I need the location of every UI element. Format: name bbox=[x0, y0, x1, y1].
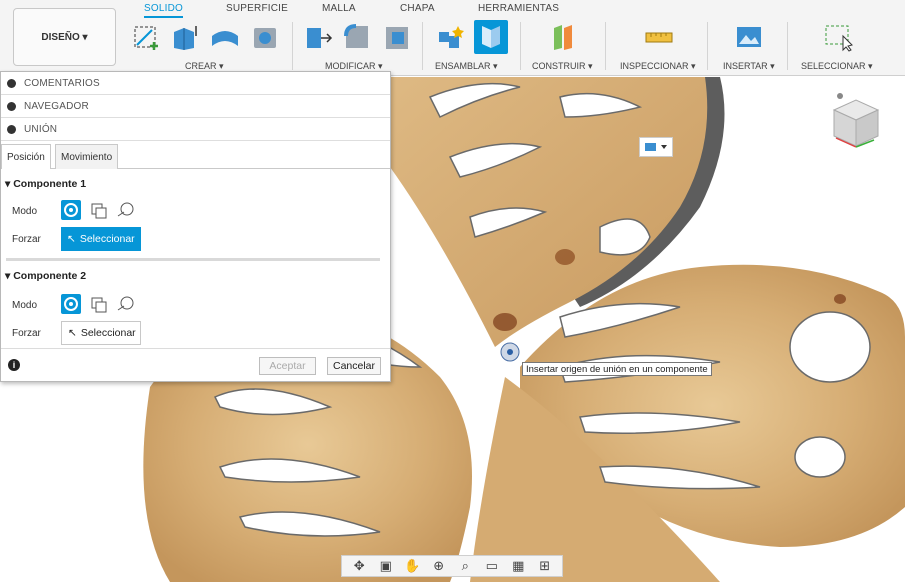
revolve-icon[interactable] bbox=[210, 22, 240, 52]
new-component-icon[interactable] bbox=[436, 22, 466, 52]
pan-icon[interactable]: ✋ bbox=[404, 558, 420, 574]
component2-header[interactable]: ▾ Componente 2 bbox=[5, 270, 86, 282]
group-ensamblar[interactable]: ENSAMBLAR ▾ bbox=[435, 61, 498, 72]
minus-icon bbox=[7, 124, 16, 134]
section-comentarios[interactable]: COMENTARIOS bbox=[1, 72, 390, 95]
component1-select-button[interactable]: ↖ Seleccionar bbox=[61, 227, 141, 251]
shell-icon[interactable] bbox=[382, 22, 412, 52]
insert-image-icon[interactable] bbox=[734, 22, 764, 52]
section-navegador[interactable]: NAVEGADOR bbox=[1, 95, 390, 118]
tab-herramientas[interactable]: HERRAMIENTAS bbox=[478, 3, 559, 14]
fillet-icon[interactable] bbox=[342, 22, 372, 52]
grid-icon[interactable]: ▦ bbox=[510, 558, 526, 574]
section-union[interactable]: UNIÓN bbox=[1, 118, 390, 141]
display-settings-icon[interactable]: ▭ bbox=[484, 558, 500, 574]
group-inspeccionar[interactable]: INSPECCIONAR ▾ bbox=[620, 61, 696, 72]
joint-dialog: COMENTARIOS NAVEGADOR UNIÓN Posición Mov… bbox=[0, 71, 391, 382]
select-label: Seleccionar bbox=[79, 233, 135, 245]
tab-chapa[interactable]: CHAPA bbox=[400, 3, 435, 14]
tab-solido[interactable]: SOLIDO bbox=[144, 3, 183, 18]
mode-between-faces-icon[interactable] bbox=[89, 294, 109, 314]
component2-title: Componente 2 bbox=[13, 270, 87, 282]
joint-origin-marker[interactable] bbox=[500, 342, 520, 362]
joint-tool-active[interactable] bbox=[474, 20, 508, 54]
select-window-icon[interactable] bbox=[823, 22, 853, 52]
cancel-button[interactable]: Cancelar bbox=[327, 357, 381, 375]
component2-mode-label: Modo bbox=[12, 300, 38, 311]
display-settings-mini[interactable] bbox=[639, 137, 673, 157]
tab-malla[interactable]: MALLA bbox=[322, 3, 356, 14]
section-label: COMENTARIOS bbox=[24, 77, 100, 89]
extrude-icon[interactable] bbox=[170, 22, 200, 52]
workspace-switcher[interactable]: DISEÑO ▾ bbox=[13, 8, 116, 66]
section-label: NAVEGADOR bbox=[24, 100, 89, 112]
look-at-icon[interactable]: ▣ bbox=[378, 558, 394, 574]
component1-title: Componente 1 bbox=[13, 178, 87, 190]
viewcube[interactable] bbox=[828, 90, 882, 156]
mode-between-faces-icon[interactable] bbox=[89, 200, 109, 220]
cursor-icon: ↖ bbox=[67, 233, 76, 245]
joint-icon bbox=[482, 26, 500, 48]
tab-posicion[interactable]: Posición bbox=[1, 144, 51, 169]
mode-simple-icon[interactable] bbox=[61, 200, 81, 220]
ribbon-toolbar: DISEÑO ▾ SOLIDO SUPERFICIE MALLA CHAPA H… bbox=[0, 0, 905, 76]
section-label: UNIÓN bbox=[24, 123, 58, 135]
accept-button[interactable]: Aceptar bbox=[259, 357, 316, 375]
group-construir[interactable]: CONSTRUIR ▾ bbox=[532, 61, 593, 72]
dialog-tabs: Posición Movimiento bbox=[1, 142, 390, 169]
tab-superficie[interactable]: SUPERFICIE bbox=[226, 3, 288, 14]
dialog-footer: i Aceptar Cancelar bbox=[1, 348, 390, 381]
fit-icon[interactable]: ⌕ bbox=[457, 558, 473, 574]
component1-force-label: Forzar bbox=[12, 234, 41, 245]
sketch-icon[interactable] bbox=[132, 22, 162, 52]
group-seleccionar[interactable]: SELECCIONAR ▾ bbox=[801, 61, 873, 72]
offset-plane-icon[interactable] bbox=[548, 22, 578, 52]
component2-select-button[interactable]: ↖ Seleccionar bbox=[61, 321, 141, 345]
plus-icon bbox=[7, 101, 16, 111]
component1-mode-label: Modo bbox=[12, 206, 38, 217]
cursor-icon: ↖ bbox=[68, 327, 77, 339]
orbit-icon[interactable]: ✥ bbox=[351, 558, 367, 574]
component2-force-label: Forzar bbox=[12, 328, 41, 339]
tab-movimiento[interactable]: Movimiento bbox=[55, 144, 119, 169]
info-icon[interactable]: i bbox=[8, 359, 20, 371]
viewports-icon[interactable]: ⊞ bbox=[537, 558, 553, 574]
plus-icon bbox=[7, 78, 16, 88]
press-pull-icon[interactable] bbox=[303, 22, 333, 52]
measure-icon[interactable] bbox=[644, 22, 674, 52]
tooltip: Insertar origen de unión en un component… bbox=[522, 362, 712, 376]
group-insertar[interactable]: INSERTAR ▾ bbox=[723, 61, 775, 72]
select-label: Seleccionar bbox=[80, 327, 136, 339]
monitor-icon bbox=[645, 143, 667, 151]
mode-simple-icon[interactable] bbox=[61, 294, 81, 314]
zoom-icon[interactable]: ⊕ bbox=[431, 558, 447, 574]
navigation-bar: ✥ ▣ ✋ ⊕ ⌕ ▭ ▦ ⊞ bbox=[341, 555, 563, 577]
mode-two-edges-icon[interactable] bbox=[116, 294, 136, 314]
component1-header[interactable]: ▾ Componente 1 bbox=[5, 178, 86, 190]
mode-two-edges-icon[interactable] bbox=[116, 200, 136, 220]
hole-icon[interactable] bbox=[250, 22, 280, 52]
